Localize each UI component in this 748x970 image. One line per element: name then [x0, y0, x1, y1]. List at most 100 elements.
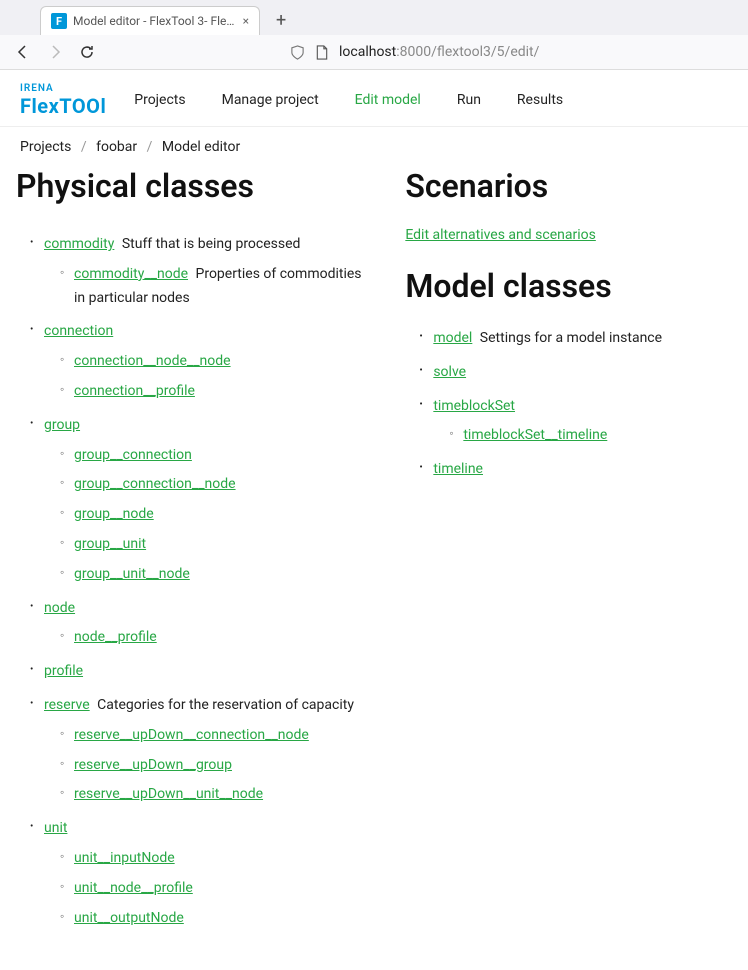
close-icon[interactable]: ×	[243, 14, 249, 28]
class-link-group[interactable]: group	[44, 417, 80, 433]
list-item: group__unit	[60, 533, 375, 557]
back-button[interactable]	[14, 43, 32, 61]
class-link-unit__outputNode[interactable]: unit__outputNode	[74, 910, 184, 926]
nav-run[interactable]: Run	[457, 92, 481, 108]
class-link-timeblockSet__timeline[interactable]: timeblockSet__timeline	[463, 427, 607, 443]
list-item: reserve__upDown__unit__node	[60, 783, 375, 807]
class-link-unit[interactable]: unit	[44, 820, 67, 836]
class-description: Settings for a model instance	[476, 330, 662, 346]
list-item: commodity Stuff that is being processed c…	[30, 233, 375, 310]
physical-classes-heading: Physical classes	[16, 167, 375, 205]
class-link-group__connection[interactable]: group__connection	[74, 447, 192, 463]
model-classes-heading: Model classes	[405, 267, 732, 305]
reload-button[interactable]	[78, 43, 96, 61]
brand-logo[interactable]: IRENA FlexTOOl	[20, 84, 106, 116]
list-item: profile	[30, 660, 375, 684]
tab-title: Model editor - FlexTool 3- FlexT	[73, 14, 237, 28]
list-item: timeblockSet__timeline	[449, 424, 732, 448]
sub-tree: reserve__upDown__connection__nodereserve…	[44, 724, 375, 807]
list-item: connection__profile	[60, 380, 375, 404]
breadcrumb-project-name[interactable]: foobar	[96, 139, 137, 155]
new-tab-button[interactable]: +	[268, 10, 294, 31]
main-nav: Projects Manage project Edit model Run R…	[134, 92, 563, 108]
forward-button[interactable]	[46, 43, 64, 61]
list-item: timeline	[419, 458, 732, 482]
class-link-commodity__node[interactable]: commodity__node	[74, 266, 188, 282]
url-text: localhost:8000/flextool3/5/edit/	[339, 44, 539, 60]
list-item: connectionconnection__node__nodeconnecti…	[30, 320, 375, 403]
class-link-connection__node__node[interactable]: connection__node__node	[74, 353, 231, 369]
list-item: reserve Categories for the reservation o…	[30, 694, 375, 807]
sub-tree: connection__node__node connection__profil…	[44, 350, 375, 404]
breadcrumb: Projects / foobar / Model editor	[0, 127, 748, 167]
class-link-reserve[interactable]: reserve	[44, 697, 90, 713]
list-item: node__profile	[60, 626, 375, 650]
list-item: group group__connection group__connection_…	[30, 414, 375, 587]
sub-tree: timeblockSet__timeline	[433, 424, 732, 448]
class-link-node[interactable]: node	[44, 600, 75, 616]
class-link-group__connection__node[interactable]: group__connection__node	[74, 476, 236, 492]
list-item: connection__node__node	[60, 350, 375, 374]
sub-tree: unit__inputNode unit__node__profile unit__…	[44, 847, 375, 930]
url-bar[interactable]: localhost:8000/flextool3/5/edit/	[110, 44, 734, 60]
list-item: solve	[419, 361, 732, 385]
app-header: IRENA FlexTOOl Projects Manage project E…	[0, 70, 748, 127]
list-item: unit__outputNode	[60, 907, 375, 931]
class-link-connection__profile[interactable]: connection__profile	[74, 383, 195, 399]
class-link-group__unit[interactable]: group__unit	[74, 536, 146, 552]
favicon: F	[51, 13, 67, 29]
list-item: unit__inputNode	[60, 847, 375, 871]
list-item: group__connection__node	[60, 473, 375, 497]
class-link-reserve__upDown__unit__node[interactable]: reserve__upDown__unit__node	[74, 786, 263, 802]
scenarios-heading: Scenarios	[405, 167, 732, 205]
list-item: group__connection	[60, 444, 375, 468]
list-item: group__node	[60, 503, 375, 527]
list-item: model Settings for a model instance	[419, 327, 732, 351]
shield-icon	[290, 45, 305, 60]
class-link-reserve__upDown__group[interactable]: reserve__upDown__group	[74, 757, 232, 773]
browser-toolbar: localhost:8000/flextool3/5/edit/	[0, 35, 748, 69]
edit-alternatives-link[interactable]: Edit alternatives and scenarios	[405, 227, 596, 243]
class-link-unit__node__profile[interactable]: unit__node__profile	[74, 880, 193, 896]
class-link-reserve__upDown__connection__node[interactable]: reserve__upDown__connection__node	[74, 727, 309, 743]
brand-main: FlexTOOl	[20, 96, 106, 116]
list-item: timeblockSet timeblockSet__timeline	[419, 395, 732, 449]
sub-tree: node__profile	[44, 626, 375, 650]
breadcrumb-current: Model editor	[162, 139, 240, 155]
class-link-group__unit__node[interactable]: group__unit__node	[74, 566, 190, 582]
brand-small: IRENA	[20, 84, 106, 94]
class-link-profile[interactable]: profile	[44, 663, 83, 679]
model-classes-tree: model Settings for a model instance solve…	[405, 327, 732, 482]
nav-edit-model[interactable]: Edit model	[355, 92, 421, 108]
page-icon	[315, 45, 329, 60]
nav-manage-project[interactable]: Manage project	[222, 92, 319, 108]
class-link-model[interactable]: model	[433, 330, 472, 346]
class-description: Stuff that is being processed	[118, 236, 300, 252]
nav-projects[interactable]: Projects	[134, 92, 185, 108]
list-item: reserve__upDown__group	[60, 754, 375, 778]
class-description: Categories for the reservation of capaci…	[94, 697, 354, 713]
list-item: group__unit__node	[60, 563, 375, 587]
browser-tab[interactable]: F Model editor - FlexTool 3- FlexT ×	[40, 6, 260, 35]
browser-chrome: F Model editor - FlexTool 3- FlexT × + l…	[0, 0, 748, 70]
list-item: commodity__node Properties of commoditie…	[60, 263, 375, 311]
breadcrumb-projects[interactable]: Projects	[20, 139, 71, 155]
right-column: Scenarios Edit alternatives and scenario…	[405, 167, 732, 940]
tab-bar: F Model editor - FlexTool 3- FlexT × +	[0, 0, 748, 35]
class-link-solve[interactable]: solve	[433, 364, 466, 380]
class-link-unit__inputNode[interactable]: unit__inputNode	[74, 850, 175, 866]
list-item: unitunit__inputNodeunit__node__profileun…	[30, 817, 375, 930]
class-link-timeline[interactable]: timeline	[433, 461, 483, 477]
content: Physical classes commodity Stuff that is…	[0, 167, 748, 970]
list-item: reserve__upDown__connection__node	[60, 724, 375, 748]
nav-results[interactable]: Results	[517, 92, 563, 108]
class-link-connection[interactable]: connection	[44, 323, 113, 339]
class-link-node__profile[interactable]: node__profile	[74, 629, 157, 645]
sub-tree: group__connection group__connection__node…	[44, 444, 375, 587]
sub-tree: commodity__node Properties of commoditie…	[44, 263, 375, 311]
class-link-commodity[interactable]: commodity	[44, 236, 114, 252]
class-link-timeblockSet[interactable]: timeblockSet	[433, 398, 515, 414]
class-link-group__node[interactable]: group__node	[74, 506, 154, 522]
list-item: unit__node__profile	[60, 877, 375, 901]
physical-classes-tree: commodity Stuff that is being processed c…	[16, 233, 375, 930]
